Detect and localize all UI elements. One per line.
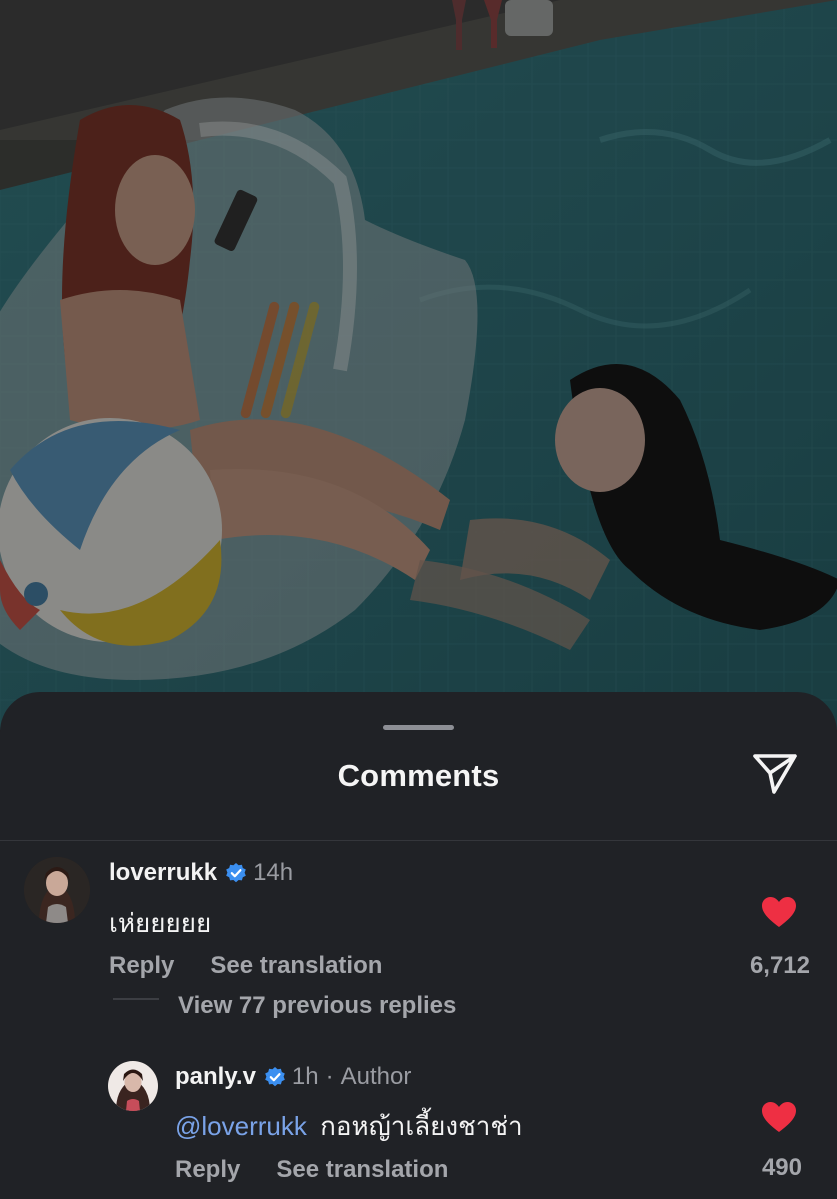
comment-actions: Reply See translation bbox=[109, 952, 382, 980]
verified-badge-icon bbox=[264, 1066, 286, 1088]
username[interactable]: loverrukk bbox=[109, 859, 217, 887]
view-replies-button[interactable]: View 77 previous replies bbox=[178, 992, 456, 1020]
share-button[interactable] bbox=[748, 750, 802, 798]
reply-actions: Reply See translation bbox=[175, 1156, 448, 1184]
meta-separator: · bbox=[325, 1063, 334, 1090]
reply-button[interactable]: Reply bbox=[175, 1156, 240, 1184]
comments-sheet: Comments loverrukk 14h เห่ยยยยย Reply Se… bbox=[0, 692, 837, 1199]
replies-divider bbox=[113, 998, 159, 1000]
reply-body: กอหญ้าเลี้ยงชาช่า bbox=[320, 1111, 523, 1141]
comment-time: 14h bbox=[253, 859, 294, 886]
comment-header: loverrukk 14h bbox=[109, 859, 293, 887]
mention-link[interactable]: @loverrukk bbox=[175, 1111, 307, 1141]
username[interactable]: panly.v bbox=[175, 1063, 256, 1091]
heart-icon bbox=[762, 897, 796, 927]
like-count: 490 bbox=[761, 1154, 802, 1181]
author-badge: Author bbox=[340, 1063, 412, 1090]
heart-icon bbox=[762, 1102, 796, 1132]
avatar[interactable] bbox=[108, 1061, 158, 1111]
reply-button[interactable]: Reply bbox=[109, 952, 174, 980]
screen: Comments loverrukk 14h เห่ยยยยย Reply Se… bbox=[0, 0, 837, 1199]
like-button[interactable] bbox=[761, 896, 797, 933]
sheet-divider bbox=[0, 840, 837, 841]
post-photo bbox=[0, 0, 837, 730]
sheet-grabber[interactable] bbox=[383, 725, 454, 730]
see-translation-button[interactable]: See translation bbox=[210, 952, 382, 980]
see-translation-button[interactable]: See translation bbox=[276, 1156, 448, 1184]
like-button[interactable] bbox=[761, 1101, 797, 1138]
like-count: 6,712 bbox=[749, 952, 810, 979]
paper-plane-icon bbox=[753, 754, 797, 794]
reply-header: panly.v 1h · Author bbox=[175, 1063, 411, 1091]
reply-time: 1h bbox=[291, 1063, 319, 1090]
avatar[interactable] bbox=[24, 857, 90, 923]
sheet-title: Comments bbox=[337, 758, 500, 793]
reply-text: @loverrukk กอหญ้าเลี้ยงชาช่า bbox=[175, 1106, 523, 1147]
verified-badge-icon bbox=[225, 862, 247, 884]
comment-text: เห่ยยยยย bbox=[109, 908, 212, 938]
